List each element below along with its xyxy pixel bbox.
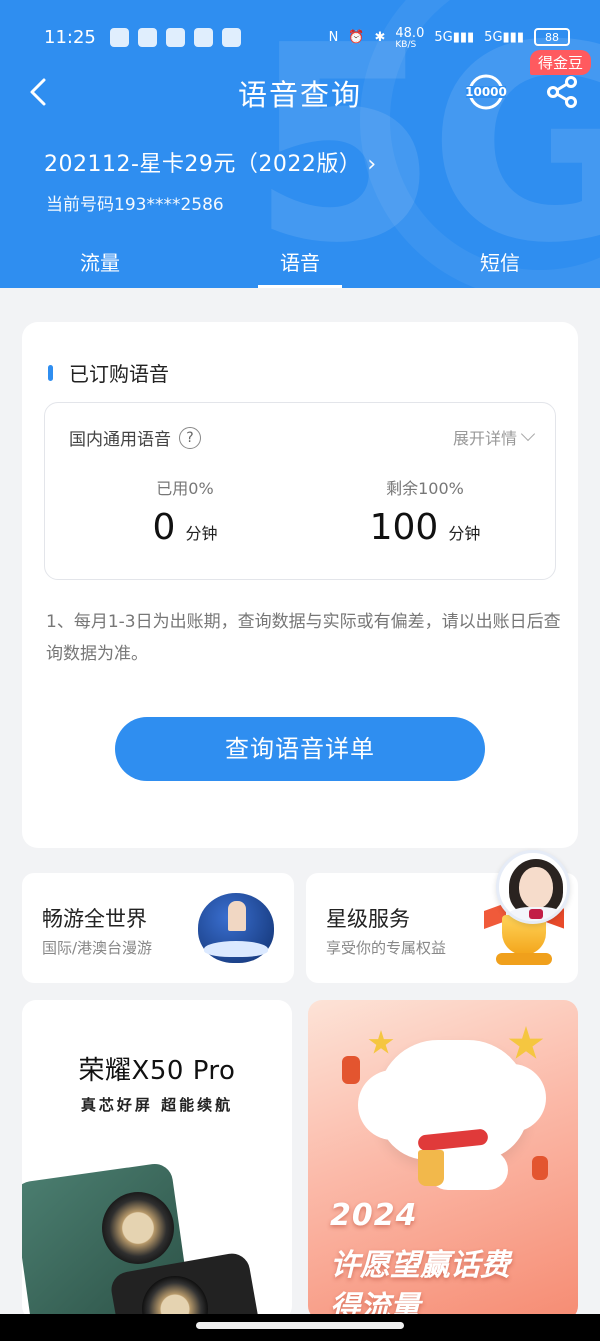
tab-voice[interactable]: 语音	[200, 244, 400, 288]
network-speed: 48.0 KB/S	[395, 25, 425, 50]
phone-ad-title: 荣耀X50 Pro	[78, 1056, 236, 1086]
header: 5G 11:25 N ⏰ ✱ 48.0 KB/S 5G▮▮▮ 5G▮▮▮ 88 语…	[0, 0, 600, 288]
message-icon	[221, 27, 241, 47]
expand-label: 展开详情	[452, 429, 517, 448]
section-title-text: 已订购语音	[69, 362, 169, 386]
phone-ad-banner[interactable]: 荣耀X50 Pro 真芯好屏 超能续航	[22, 1000, 292, 1320]
status-indicators: N ⏰ ✱ 48.0 KB/S 5G▮▮▮ 5G▮▮▮ 88	[329, 26, 570, 49]
current-number: 当前号码193****2586	[46, 195, 224, 215]
app-notification-icon	[193, 27, 213, 47]
star-icon	[508, 1026, 544, 1059]
promo-line-1: 许愿望赢话费	[330, 1248, 510, 1283]
plan-selector[interactable]: 202112-星卡29元（2022版） ›	[44, 146, 377, 178]
home-indicator[interactable]	[196, 1322, 404, 1329]
expand-details-button[interactable]: 展开详情	[452, 425, 536, 449]
svg-text:10000: 10000	[465, 85, 507, 99]
tab-bar: 流量 语音 短信	[0, 244, 600, 288]
roaming-title: 畅游全世界	[42, 907, 147, 931]
app-notification-icon	[165, 27, 185, 47]
status-bar: 11:25 N ⏰ ✱ 48.0 KB/S 5G▮▮▮ 5G▮▮▮ 88	[44, 20, 570, 54]
remaining-stat: 剩余100% 100 分钟	[335, 475, 515, 548]
roaming-subtitle: 国际/港澳台漫游	[42, 939, 153, 957]
status-time: 11:25	[44, 26, 96, 48]
star-service-title: 星级服务	[326, 907, 410, 931]
phone-ad-subtitle: 真芯好屏 超能续航	[80, 1096, 234, 1114]
page-title: 语音查询	[237, 78, 362, 112]
star-icon	[368, 1030, 394, 1054]
status-app-icons	[109, 27, 241, 47]
lantern-icon	[532, 1156, 548, 1180]
signal-icon: 5G▮▮▮	[484, 29, 524, 45]
wechat-icon	[137, 27, 157, 47]
app-notification-icon	[109, 27, 129, 47]
billing-note: 1、每月1-3日为出账期，查询数据与实际或有偏差，请以出账日后查询数据为准。	[46, 612, 561, 664]
chevron-down-icon	[520, 426, 536, 442]
nfc-icon: N	[328, 29, 339, 45]
customer-service-avatar[interactable]	[496, 850, 570, 924]
lantern-icon	[342, 1056, 360, 1084]
battery-icon: 88	[534, 28, 570, 46]
camera-module-image	[102, 1192, 174, 1264]
remaining-value: 100 分钟	[369, 507, 481, 548]
gold-bean-badge[interactable]: 得金豆	[530, 50, 592, 75]
share-icon	[547, 76, 577, 108]
used-stat: 已用0% 0 分钟	[105, 475, 265, 548]
tab-sms[interactable]: 短信	[400, 244, 600, 288]
wish-promo-banner[interactable]: 2024 许愿望赢话费 得流量	[308, 1000, 578, 1320]
promo-year: 2024	[330, 1198, 418, 1233]
help-icon[interactable]: ?	[179, 426, 201, 449]
section-marker	[48, 364, 53, 381]
package-name: 国内通用语音 ?	[69, 425, 201, 450]
hotline-button[interactable]: 10000	[464, 72, 508, 112]
tab-data[interactable]: 流量	[0, 244, 200, 288]
package-name-text: 国内通用语音	[69, 430, 171, 450]
signal-icon: 5G▮▮▮	[434, 29, 475, 45]
voice-card: 已订购语音 国内通用语音 ? 展开详情 已用0% 0 分钟 剩余100% 100 分…	[22, 322, 578, 848]
bluetooth-icon: ✱	[374, 29, 386, 45]
cup-icon	[418, 1150, 444, 1186]
remaining-label: 剩余100%	[386, 479, 464, 498]
used-label: 已用0%	[156, 479, 214, 498]
roaming-card[interactable]: 畅游全世界 国际/港澳台漫游	[22, 873, 294, 983]
chevron-right-icon: ›	[367, 152, 377, 177]
hotline-10000-icon: 10000	[465, 74, 507, 110]
alarm-icon: ⏰	[348, 29, 365, 45]
used-value: 0 分钟	[152, 507, 218, 548]
plan-name: 202112-星卡29元（2022版）	[44, 152, 362, 177]
voice-package-box: 国内通用语音 ? 展开详情 已用0% 0 分钟 剩余100% 100 分钟	[44, 402, 556, 580]
star-service-subtitle: 享受你的专属权益	[326, 939, 447, 957]
section-title: 已订购语音	[48, 358, 169, 387]
share-button[interactable]	[544, 74, 580, 110]
roaming-illustration-icon	[198, 893, 274, 963]
query-voice-detail-button[interactable]: 查询语音详单	[115, 717, 485, 781]
